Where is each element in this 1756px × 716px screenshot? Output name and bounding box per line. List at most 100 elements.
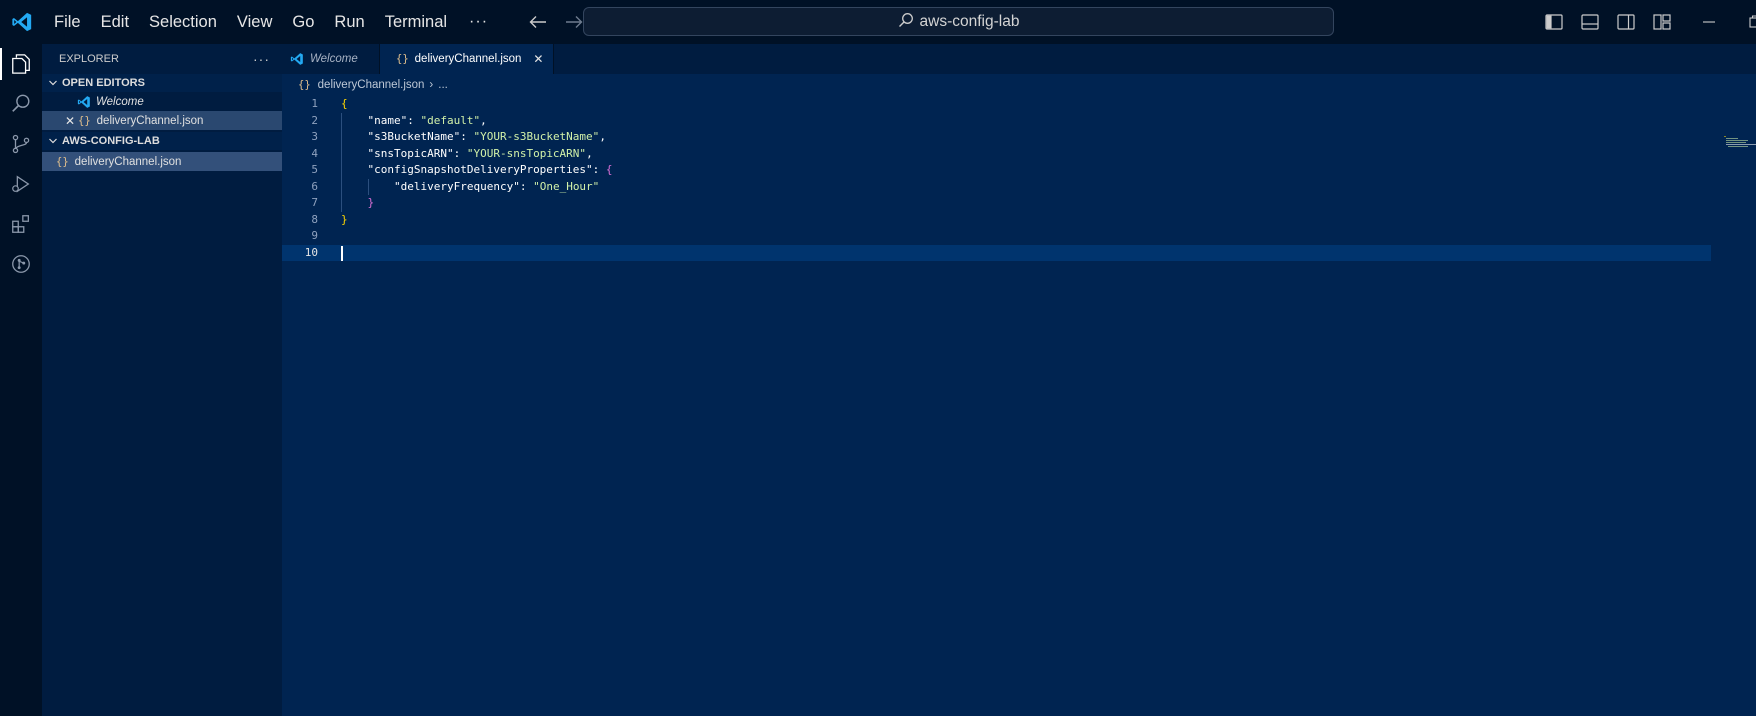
close-icon[interactable]: ✕ xyxy=(62,114,78,128)
close-icon[interactable]: ✕ xyxy=(533,52,543,66)
json-file-icon: {} xyxy=(298,79,311,91)
tab-delivery-channel[interactable]: {} deliveryChannel.json ✕ xyxy=(380,44,555,74)
workspace-folder-section-header[interactable]: AWS-CONFIG-LAB xyxy=(42,132,282,150)
comma: , xyxy=(480,113,487,127)
toggle-primary-sidebar-icon[interactable] xyxy=(1540,8,1568,36)
extensions-icon[interactable] xyxy=(0,204,42,244)
menu-selection[interactable]: Selection xyxy=(139,8,227,36)
json-string: "YOUR-s3BucketName" xyxy=(473,130,600,143)
json-file-icon: {} xyxy=(78,114,91,127)
json-file-icon: {} xyxy=(396,53,409,65)
back-arrow-icon[interactable] xyxy=(524,8,552,36)
line-number: 9 xyxy=(311,229,318,242)
comma: , xyxy=(586,146,593,160)
close-brace: } xyxy=(367,196,375,209)
breadcrumb-more[interactable]: ... xyxy=(438,79,448,91)
git-graph-icon[interactable] xyxy=(0,244,42,284)
line-number: 7 xyxy=(311,196,318,209)
open-editor-label: deliveryChannel.json xyxy=(96,114,204,127)
run-debug-icon[interactable] xyxy=(0,164,42,204)
command-center-search[interactable]: aws-config-lab xyxy=(583,7,1334,36)
line-number: 4 xyxy=(311,146,318,160)
menu-more-button[interactable]: ··· xyxy=(457,8,500,36)
editor-tabs: Welcome {} deliveryChannel.json ✕ xyxy=(282,44,1756,74)
breadcrumb: {} deliveryChannel.json › ... xyxy=(282,74,1756,96)
json-key: "deliveryFrequency" xyxy=(393,179,520,193)
json-key: "s3BucketName" xyxy=(367,130,461,143)
colon: : xyxy=(519,179,534,193)
code-line: 3 "s3BucketName": "YOUR-s3BucketName", xyxy=(282,129,1756,146)
code-line: 8 } xyxy=(282,212,1756,229)
code-line: 1 { xyxy=(282,96,1756,113)
editor-area: Welcome {} deliveryChannel.json ✕ {} del… xyxy=(282,44,1756,716)
tab-welcome[interactable]: Welcome xyxy=(282,44,380,74)
code-line: 6 "deliveryFrequency": "One_Hour" xyxy=(282,179,1756,196)
toggle-panel-icon[interactable] xyxy=(1576,8,1604,36)
line-number: 3 xyxy=(311,130,318,143)
chevron-down-icon xyxy=(46,78,60,88)
code-line: 7 } xyxy=(282,195,1756,212)
menu-view[interactable]: View xyxy=(227,8,282,36)
open-editor-label: Welcome xyxy=(96,95,144,108)
vscode-welcome-icon xyxy=(290,52,304,66)
line-number: 5 xyxy=(311,163,318,176)
open-editor-item-welcome[interactable]: Welcome xyxy=(42,92,282,111)
vscode-welcome-icon xyxy=(77,95,91,109)
restore-icon[interactable] xyxy=(1732,0,1756,44)
code-editor[interactable]: 1 { 2 "name": "default", 3 "s3BucketName… xyxy=(282,96,1756,261)
code-line: 9 xyxy=(282,228,1756,245)
json-key: "name" xyxy=(367,113,408,127)
breadcrumb-file[interactable]: deliveryChannel.json xyxy=(318,79,425,91)
line-number: 2 xyxy=(311,113,318,127)
json-file-icon: {} xyxy=(56,155,69,168)
menu-go[interactable]: Go xyxy=(282,8,324,36)
customize-layout-icon[interactable] xyxy=(1648,8,1676,36)
code-line: 2 "name": "default", xyxy=(282,113,1756,130)
workspace-name: aws-config-lab xyxy=(919,12,1020,30)
line-number: 10 xyxy=(304,245,318,259)
vscode-logo-icon xyxy=(0,0,44,44)
menu-edit[interactable]: Edit xyxy=(91,8,139,36)
line-number: 6 xyxy=(311,179,318,193)
json-string: "One_Hour" xyxy=(533,179,600,193)
menu-run[interactable]: Run xyxy=(324,8,374,36)
toggle-secondary-sidebar-icon[interactable] xyxy=(1612,8,1640,36)
menu-file[interactable]: File xyxy=(44,8,91,36)
json-string: "YOUR-snsTopicARN" xyxy=(466,146,587,160)
text-cursor xyxy=(341,245,343,261)
explorer-title: EXPLORER xyxy=(59,53,119,65)
json-string: "default" xyxy=(420,113,481,127)
search-view-icon[interactable] xyxy=(0,84,42,124)
explorer-sidebar: EXPLORER ··· OPEN EDITORS Welcome ✕ {} d… xyxy=(42,44,282,716)
minimap[interactable] xyxy=(1724,134,1756,148)
source-control-icon[interactable] xyxy=(0,124,42,164)
explorer-icon[interactable] xyxy=(0,44,42,84)
json-key: "configSnapshotDeliveryProperties" xyxy=(367,163,593,176)
menu-bar: File Edit Selection View Go Run Terminal… xyxy=(44,0,500,44)
colon: : xyxy=(453,146,467,160)
file-item-delivery-channel[interactable]: {} deliveryChannel.json xyxy=(42,152,282,171)
code-line: 4 "snsTopicARN": "YOUR-snsTopicARN", xyxy=(282,146,1756,163)
explorer-more-button[interactable]: ··· xyxy=(253,51,270,67)
colon: : xyxy=(407,113,421,127)
window-controls xyxy=(1686,0,1756,44)
current-code-line: 10 xyxy=(282,244,1711,261)
minimize-icon[interactable] xyxy=(1686,0,1732,44)
explorer-header: EXPLORER ··· xyxy=(42,44,282,74)
open-brace: { xyxy=(605,163,613,176)
code-line: 5 "configSnapshotDeliveryProperties": { xyxy=(282,162,1756,179)
comma: , xyxy=(599,130,606,143)
colon: : xyxy=(460,130,474,143)
open-editor-item-delivery-channel[interactable]: ✕ {} deliveryChannel.json xyxy=(42,111,282,130)
search-icon xyxy=(898,12,914,32)
layout-controls xyxy=(1540,8,1676,36)
navigation-controls xyxy=(524,8,588,36)
breadcrumb-separator: › xyxy=(429,79,434,91)
open-editors-section-header[interactable]: OPEN EDITORS xyxy=(42,74,282,92)
menu-terminal[interactable]: Terminal xyxy=(375,8,457,36)
file-label: deliveryChannel.json xyxy=(74,155,182,168)
workspace-folder-title: AWS-CONFIG-LAB xyxy=(62,135,160,147)
tab-label: deliveryChannel.json xyxy=(414,53,522,65)
title-bar: File Edit Selection View Go Run Terminal… xyxy=(0,0,1756,44)
colon: : xyxy=(592,163,606,176)
